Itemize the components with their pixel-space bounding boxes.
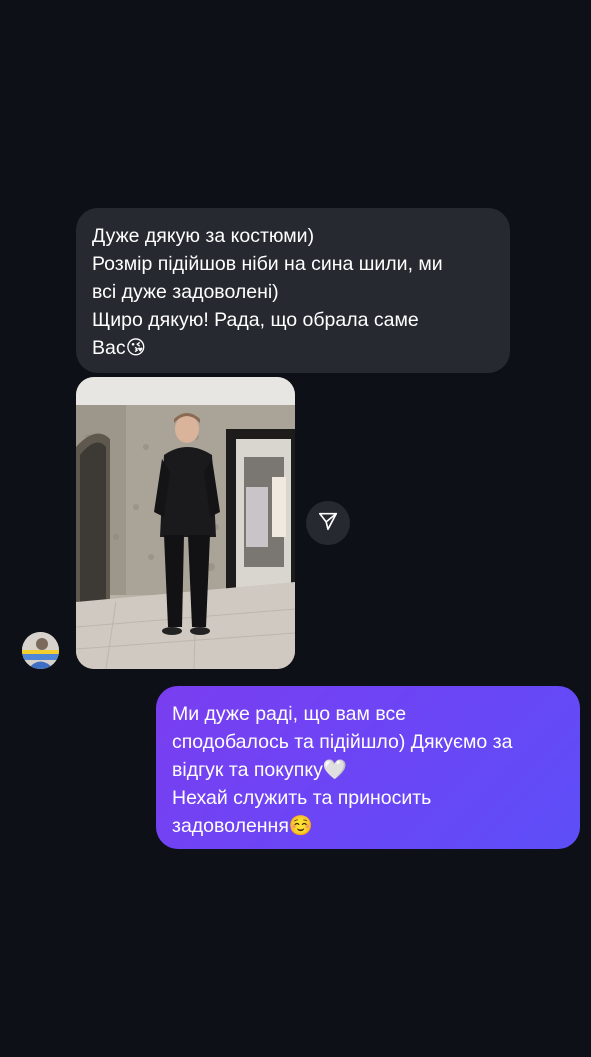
avatar-image: [22, 632, 59, 669]
shared-photo[interactable]: [76, 377, 295, 669]
message-text-line: Вас😘: [92, 337, 146, 359]
message-text-line: Ми дуже раді, що вам все: [172, 703, 407, 725]
message-text-line: Дуже дякую за костюми): [92, 225, 315, 247]
share-button[interactable]: [306, 501, 350, 545]
message-text-line: Щиро дякую! Рада, що обрала саме: [92, 309, 419, 331]
message-text-line: задоволення☺️: [172, 815, 314, 837]
message-text-line: всі дуже задоволені): [92, 281, 279, 303]
avatar[interactable]: [22, 632, 59, 669]
incoming-message-bubble[interactable]: Дуже дякую за костюми) Розмір підійшов н…: [76, 208, 510, 373]
message-text-line: Розмір підійшов ніби на сина шили, ми: [92, 253, 443, 275]
message-text-line: сподобалось та підійшло) Дякуємо за: [172, 731, 513, 753]
paper-plane-icon: [317, 510, 339, 537]
outgoing-message-bubble[interactable]: Ми дуже раді, що вам все сподобалось та …: [156, 686, 580, 849]
message-text-line: відгук та покупку🤍: [172, 759, 348, 781]
photo-illustration: [76, 377, 295, 669]
message-text-line: Нехай служить та приносить: [172, 787, 432, 809]
